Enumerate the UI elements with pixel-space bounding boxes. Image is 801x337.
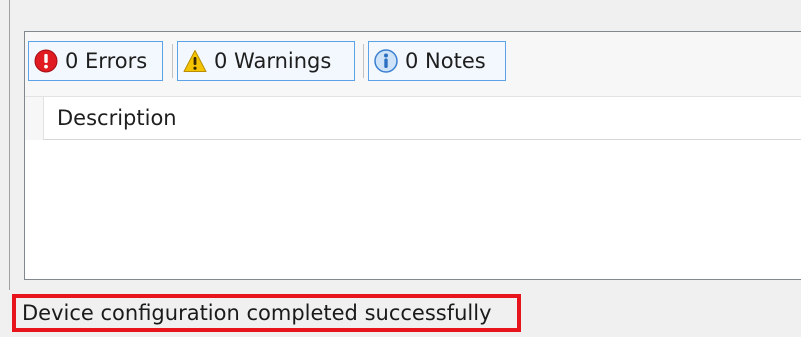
column-header-description[interactable]: Description [57,97,177,140]
info-icon [374,49,398,73]
row-header-corner [25,97,44,140]
warning-icon [183,49,207,73]
toolbar-separator [363,44,364,78]
toolbar-separator [172,44,173,78]
errors-filter-button[interactable]: 0 Errors [28,41,163,81]
notes-filter-button[interactable]: 0 Notes [368,41,506,81]
warnings-filter-button[interactable]: 0 Warnings [177,41,355,81]
error-icon [34,49,58,73]
errors-filter-label: 0 Errors [65,49,148,73]
notes-filter-label: 0 Notes [405,49,486,73]
error-list-toolbar: 0 Errors 0 Warnings 0 Notes [25,32,801,96]
status-message: Device configuration completed successfu… [22,301,492,325]
error-list-panel: 0 Errors 0 Warnings 0 Notes Description [24,31,801,280]
left-divider [9,0,10,290]
error-list-window: 0 Errors 0 Warnings 0 Notes Description … [0,0,801,337]
grid-header-row: Description [25,96,801,140]
status-bar: Device configuration completed successfu… [0,290,801,337]
warnings-filter-label: 0 Warnings [214,49,332,73]
grid-body [25,140,801,279]
